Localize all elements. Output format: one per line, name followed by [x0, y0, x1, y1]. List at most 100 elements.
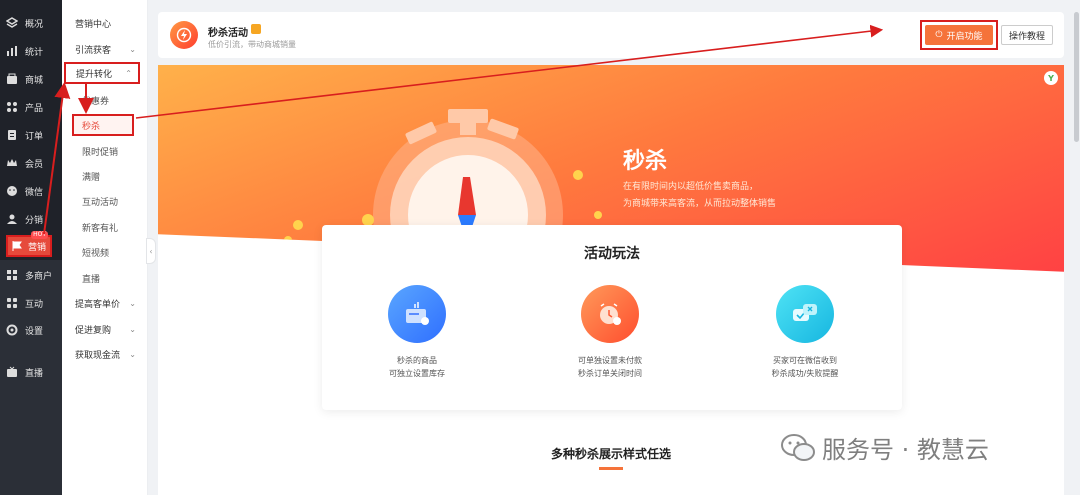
tutorial-button[interactable]: 操作教程	[1001, 25, 1053, 45]
subnav-flash-sale[interactable]: 秒杀	[72, 114, 134, 136]
chat-notify-icon	[776, 285, 834, 343]
subnav-label: 秒杀	[82, 121, 101, 132]
order-icon	[6, 129, 18, 141]
subnav-label: 引流获客	[75, 45, 112, 56]
chevron-down-icon: ⌄	[129, 298, 136, 308]
subnav-interactive[interactable]: 互动活动	[62, 190, 148, 212]
nav-item-live[interactable]: 直播	[0, 359, 62, 385]
member-icon	[6, 157, 18, 169]
subnav-label: 提高客单价	[75, 299, 121, 310]
subnav-label: 满赠	[82, 172, 101, 183]
feature-wechat-notify: 买家可在微信收到 秒杀成功/失败提醒	[735, 285, 875, 379]
distribution-icon	[6, 213, 18, 225]
nav-item-distribution[interactable]: 分销	[0, 206, 62, 232]
play-card-title: 活动玩法	[584, 246, 640, 262]
subnav-gift[interactable]: 满赠	[62, 165, 148, 187]
nav-item-interaction[interactable]: 互动	[0, 290, 62, 316]
nav-item-marketing[interactable]: HOT 营销	[6, 231, 52, 257]
power-icon: ⏻	[935, 30, 943, 40]
assistant-badge-icon[interactable]: Y	[1044, 71, 1058, 85]
activity-play-card: 活动玩法 秒杀的商品 可独立设置库存 可单独设置未付款 秒杀订单关闭时间 买家可…	[322, 225, 902, 410]
subnav-marketing-center[interactable]: 营销中心	[62, 12, 148, 34]
marketing-subnav: 营销中心 引流获客 ⌄ 提升转化 ⌃ 优惠券 秒杀 限时促销 满赠 互动活动 新客有…	[62, 0, 148, 495]
subnav-coupon[interactable]: 优惠券	[62, 89, 148, 111]
nav-label: 互动	[25, 299, 44, 310]
mall-icon	[6, 73, 18, 85]
chevron-left-icon: ‹	[149, 246, 153, 256]
subnav-label: 优惠券	[82, 96, 110, 107]
subnav-traffic[interactable]: 引流获客 ⌄	[62, 38, 148, 60]
subnav-live[interactable]: 直播	[62, 267, 148, 289]
nav-item-multi-merchant[interactable]: 多商户	[0, 262, 62, 288]
nav-label: 订单	[25, 131, 44, 142]
product-icon	[6, 101, 18, 113]
feature-line1: 可单独设置未付款	[578, 356, 642, 365]
title-underline	[599, 467, 623, 470]
subnav-label: 限时促销	[82, 147, 119, 158]
watermark-text: 服务号 · 教慧云	[822, 436, 989, 464]
subnav-cash-flow[interactable]: 获取现金流 ⌄	[62, 343, 148, 365]
nav-label: 营销	[28, 242, 47, 253]
subnav-short-video[interactable]: 短视频	[62, 241, 148, 263]
nav-label: 微信	[25, 187, 44, 198]
tag-icon	[251, 24, 261, 34]
main-nav: 概况 统计 商城 产品 订单 会员 微信 分销 HOT 营销 多商户 互动 设置…	[0, 0, 62, 495]
subnav-label: 互动活动	[82, 197, 119, 208]
subnav-label: 直播	[82, 274, 101, 285]
subnav-conversion[interactable]: 提升转化 ⌃	[64, 62, 140, 84]
chevron-down-icon: ⌄	[129, 349, 136, 359]
scrollbar-thumb[interactable]	[1074, 12, 1079, 142]
chevron-down-icon: ⌄	[129, 324, 136, 334]
nav-item-member[interactable]: 会员	[0, 150, 62, 176]
subnav-limited-promo[interactable]: 限时促销	[62, 140, 148, 162]
feature-line1: 买家可在微信收到	[773, 356, 837, 365]
feature-line1: 秒杀的商品	[397, 356, 437, 365]
product-stock-icon	[388, 285, 446, 343]
nav-item-overview[interactable]: 概况	[0, 10, 62, 36]
hero-description-line2: 为商城带来高客流，从而拉动整体销售	[623, 199, 777, 209]
subnav-new-user-gift[interactable]: 新客有礼	[62, 216, 148, 238]
nav-item-settings[interactable]: 设置	[0, 317, 62, 343]
nav-label: 设置	[25, 326, 44, 337]
wechat-logo-icon	[781, 433, 815, 461]
nav-item-product[interactable]: 产品	[0, 94, 62, 120]
nav-item-order[interactable]: 订单	[0, 122, 62, 148]
subnav-raise-order[interactable]: 提高客单价 ⌄	[62, 292, 148, 314]
chevron-down-icon: ⌄	[129, 44, 136, 54]
nav-label: 会员	[25, 159, 44, 170]
feature-line2: 秒杀订单关闭时间	[578, 369, 642, 378]
feature-header: 秒杀活动 低价引流，带动商城销量 ⏻ 开启功能 操作教程	[158, 12, 1064, 58]
nav-item-stats[interactable]: 统计	[0, 38, 62, 64]
flash-sale-logo	[170, 21, 198, 49]
page-scrollbar[interactable]	[1073, 0, 1080, 495]
collapse-sidebar-handle[interactable]: ‹	[146, 238, 156, 264]
alarm-clock-icon	[581, 285, 639, 343]
nav-item-wechat[interactable]: 微信	[0, 178, 62, 204]
nav-label: 分销	[25, 215, 44, 226]
hero-description-line1: 在有限时间内以超低价售卖商品，	[623, 182, 759, 192]
page-subtitle: 低价引流，带动商城销量	[208, 40, 296, 49]
live-icon	[6, 366, 18, 378]
nav-label: 概况	[25, 19, 44, 30]
nav-label: 统计	[25, 47, 44, 58]
feature-independent-stock: 秒杀的商品 可独立设置库存	[347, 285, 487, 379]
feature-order-close-time: 可单独设置未付款 秒杀订单关闭时间	[540, 285, 680, 379]
subnav-label: 促进复购	[75, 325, 112, 336]
chevron-up-icon: ⌃	[125, 68, 132, 78]
nav-label: 多商户	[25, 271, 53, 282]
hero-title: 秒杀	[623, 149, 668, 174]
enable-feature-button[interactable]: ⏻ 开启功能	[925, 25, 993, 45]
nav-item-mall[interactable]: 商城	[0, 66, 62, 92]
subnav-label: 短视频	[82, 248, 110, 259]
settings-icon	[6, 324, 18, 336]
multi-merchant-icon	[6, 269, 18, 281]
subnav-repurchase[interactable]: 促进复购 ⌄	[62, 318, 148, 340]
lightning-icon	[176, 27, 192, 43]
feature-line2: 可独立设置库存	[389, 369, 445, 378]
dashboard-icon	[6, 17, 18, 29]
button-label: 开启功能	[946, 31, 983, 42]
nav-label: 产品	[25, 103, 44, 114]
stats-icon	[6, 45, 18, 57]
interaction-icon	[6, 297, 18, 309]
subnav-label: 提升转化	[76, 69, 113, 80]
